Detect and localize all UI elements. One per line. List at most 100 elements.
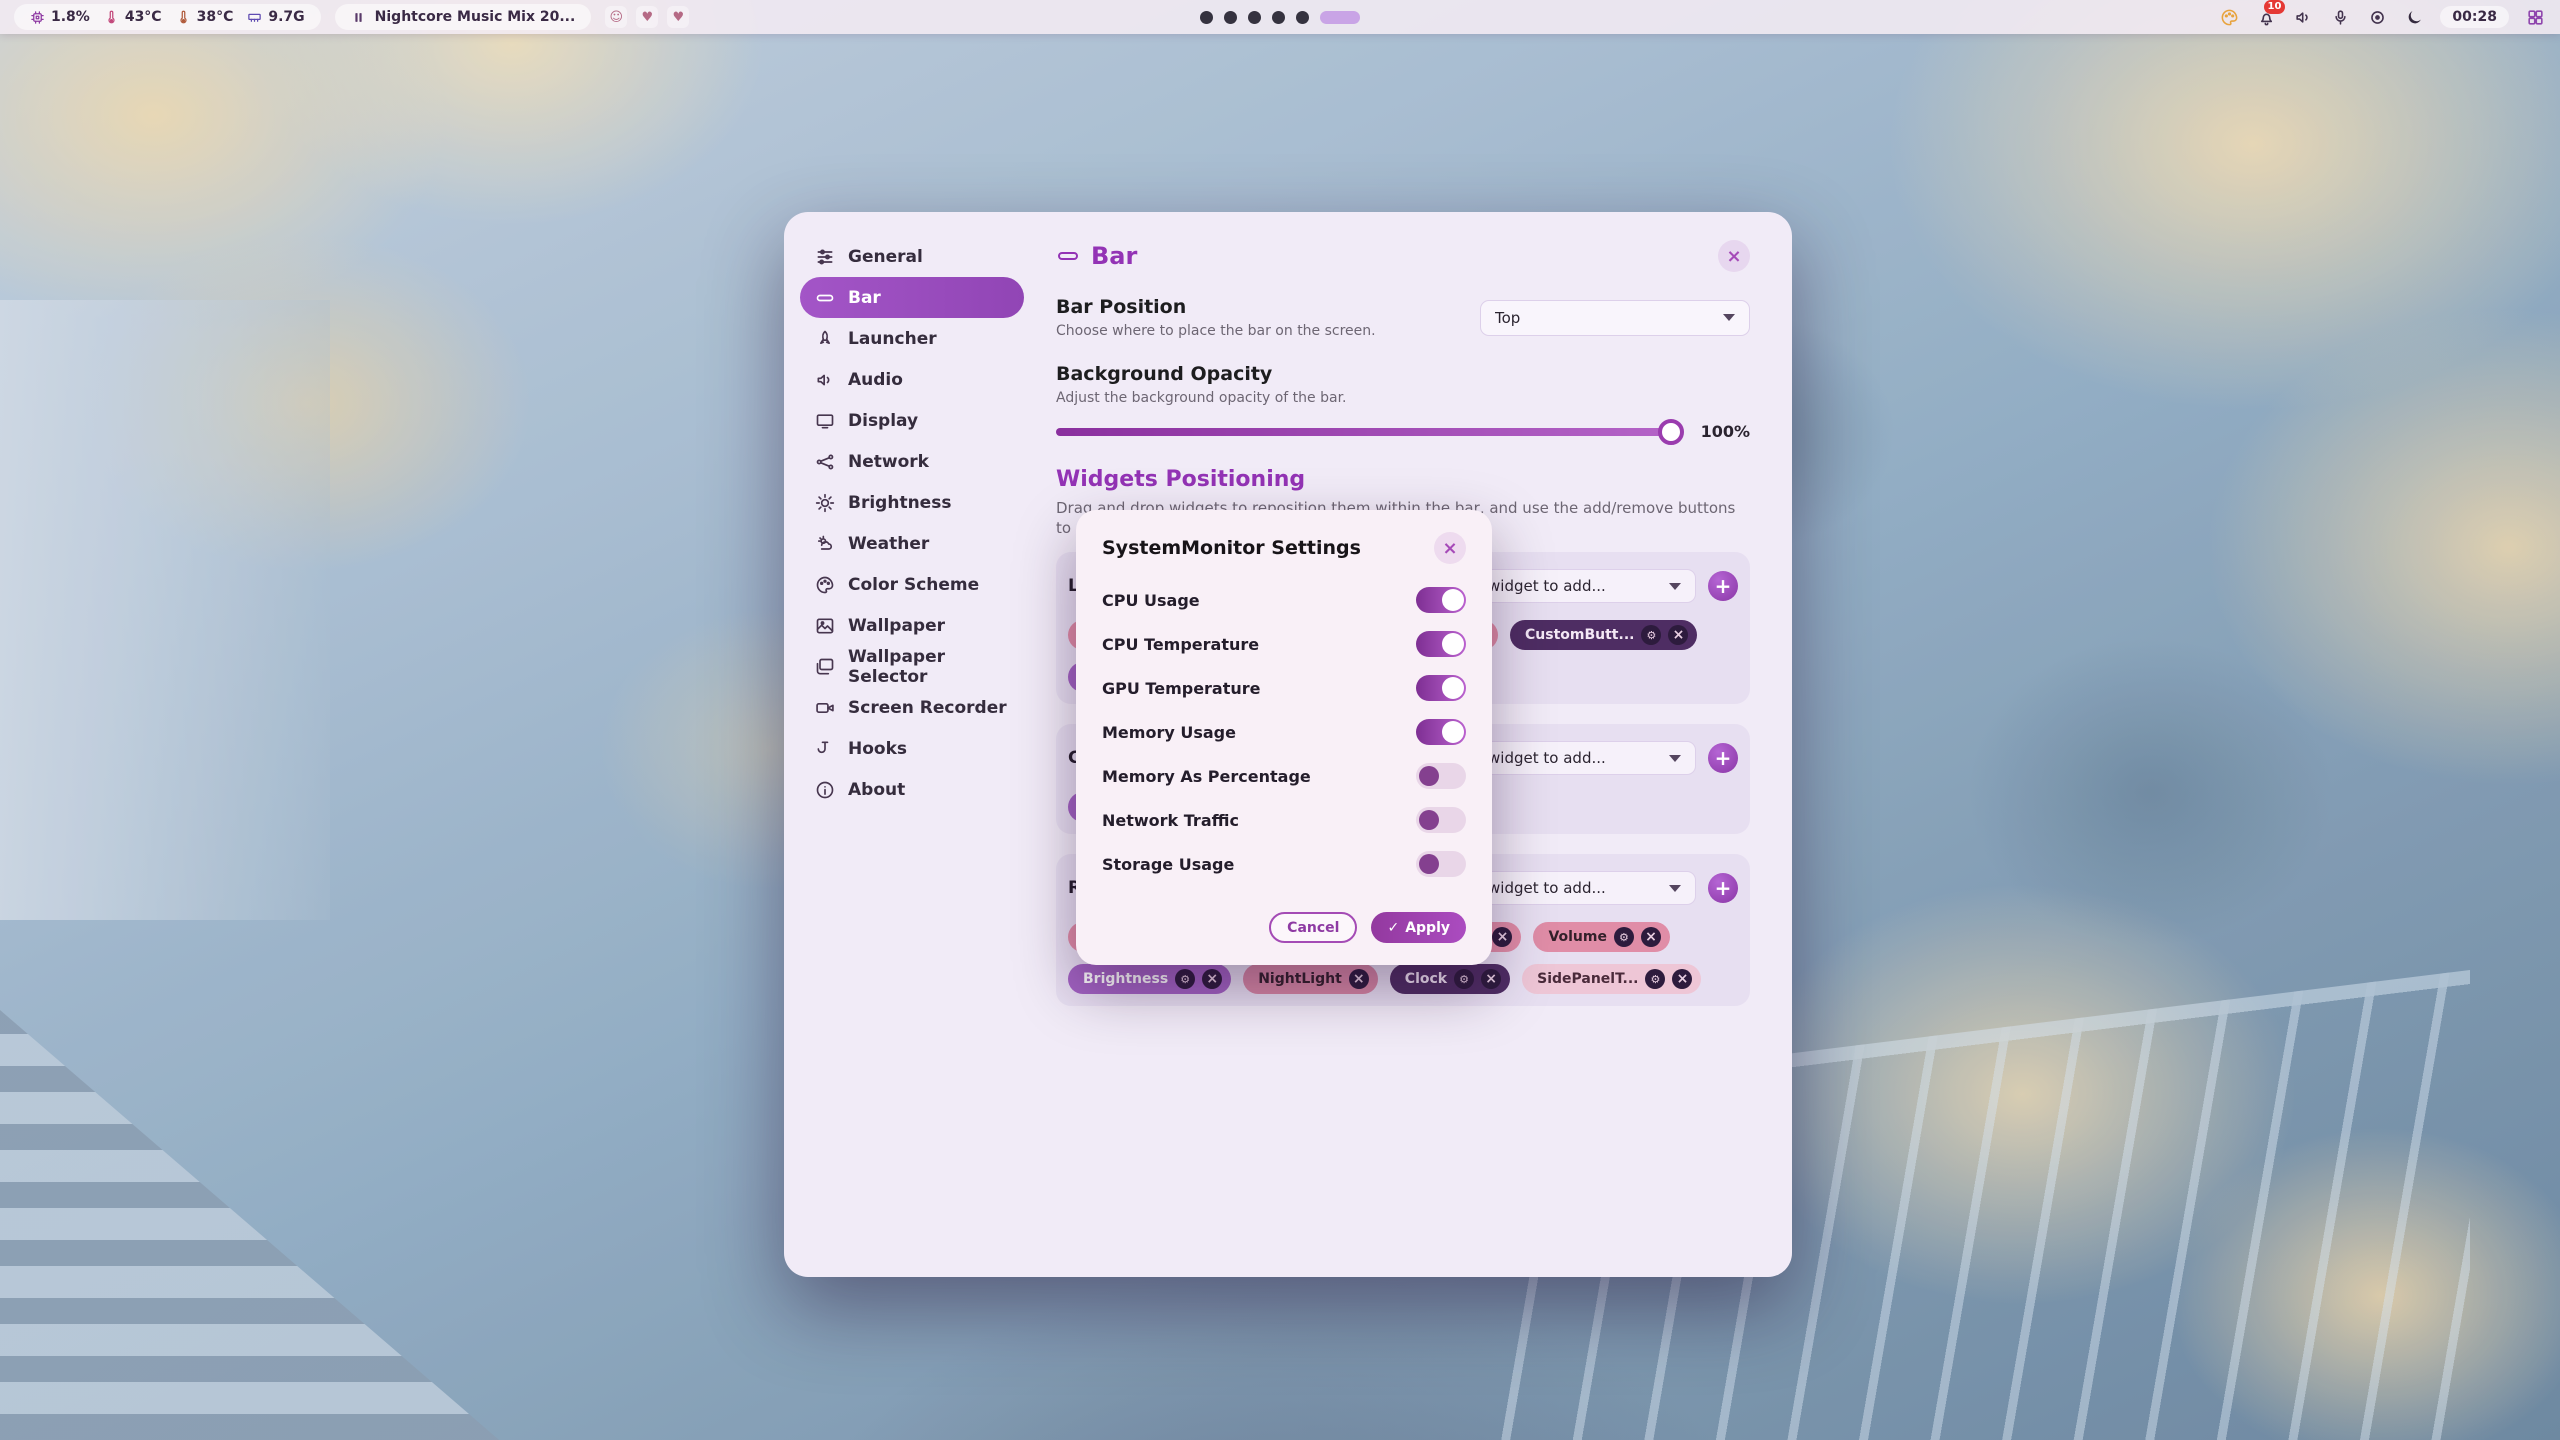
workspace-dot[interactable]: [1248, 11, 1261, 24]
topbar-left-group: 1.8%43°C38°C9.7G Nightcore Music Mix 20.…: [14, 4, 689, 30]
toggle-switch[interactable]: [1416, 763, 1466, 789]
cancel-button[interactable]: Cancel: [1269, 912, 1357, 943]
chip-settings-gear-icon[interactable]: ⚙: [1175, 969, 1195, 989]
chip-settings-gear-icon[interactable]: ⚙: [1614, 927, 1634, 947]
sidebar-item-wallpaper-selector[interactable]: Wallpaper Selector: [800, 646, 1024, 687]
sidebar-item-display[interactable]: Display: [800, 400, 1024, 441]
night-mode-moon-icon[interactable]: [2403, 6, 2425, 28]
modal-close-button[interactable]: ×: [1434, 532, 1466, 564]
chip-remove-icon[interactable]: ×: [1672, 969, 1692, 989]
stat-value: 9.7G: [268, 9, 304, 25]
toggle-row-memory-as-percentage: Memory As Percentage: [1102, 754, 1466, 798]
sidebar-item-launcher[interactable]: Launcher: [800, 318, 1024, 359]
chip-label: CustomButt...: [1525, 627, 1634, 643]
sidebar-item-hooks[interactable]: Hooks: [800, 728, 1024, 769]
sidebar-item-general[interactable]: General: [800, 236, 1024, 277]
widget-chip-custombutt[interactable]: CustomButt... ⚙ ×: [1510, 620, 1697, 650]
chip-settings-gear-icon[interactable]: ⚙: [1645, 969, 1665, 989]
chip-remove-icon[interactable]: ×: [1349, 969, 1369, 989]
stat-value: 43°C: [125, 9, 162, 25]
toggle-switch[interactable]: [1416, 851, 1466, 877]
chip-settings-gear-icon[interactable]: ⚙: [1454, 969, 1474, 989]
workspace-active-pill[interactable]: [1320, 11, 1360, 24]
widget-chip-volume[interactable]: Volume⚙×: [1533, 922, 1670, 952]
slider-knob[interactable]: [1658, 419, 1684, 445]
quick-buttons: ☺ ♥ ♥: [605, 6, 689, 28]
sidebar-item-label: Color Scheme: [848, 575, 979, 595]
media-widget[interactable]: Nightcore Music Mix 20...: [335, 4, 592, 30]
screen-recorder-icon: [815, 698, 835, 718]
palette-icon: [815, 575, 835, 595]
toggle-switch[interactable]: [1416, 587, 1466, 613]
color-picker-icon[interactable]: [2218, 6, 2240, 28]
heart-button[interactable]: ♥: [667, 6, 689, 28]
bar-position-dropdown[interactable]: Top: [1480, 300, 1750, 336]
chip-remove-icon[interactable]: ×: [1641, 927, 1661, 947]
toggle-switch[interactable]: [1416, 807, 1466, 833]
app-grid-icon[interactable]: [2524, 6, 2546, 28]
notifications-bell-icon[interactable]: 10: [2255, 6, 2277, 28]
workspace-dot[interactable]: [1296, 11, 1309, 24]
chip-settings-gear-icon[interactable]: ⚙: [1641, 625, 1661, 645]
top-bar: 1.8%43°C38°C9.7G Nightcore Music Mix 20.…: [0, 0, 2560, 34]
modal-title: SystemMonitor Settings: [1102, 537, 1434, 559]
sidebar-item-weather[interactable]: Weather: [800, 523, 1024, 564]
workspace-dot[interactable]: [1272, 11, 1285, 24]
widget-chip-brightness[interactable]: Brightness⚙×: [1068, 964, 1231, 994]
sidebar-item-brightness[interactable]: Brightness: [800, 482, 1024, 523]
sidebar-item-bar[interactable]: Bar: [800, 277, 1024, 318]
toggle-row-cpu-temperature: CPU Temperature: [1102, 622, 1466, 666]
notification-badge: 10: [2264, 0, 2286, 14]
clock-widget[interactable]: 00:28: [2440, 6, 2509, 28]
chip-remove-icon[interactable]: ×: [1668, 625, 1688, 645]
toggle-switch[interactable]: [1416, 675, 1466, 701]
volume-icon[interactable]: [2292, 6, 2314, 28]
toggle-switch[interactable]: [1416, 719, 1466, 745]
toggle-switch[interactable]: [1416, 631, 1466, 657]
workspace-dot[interactable]: [1200, 11, 1213, 24]
weather-icon: [815, 534, 835, 554]
sidebar-item-audio[interactable]: Audio: [800, 359, 1024, 400]
system-stats-widget[interactable]: 1.8%43°C38°C9.7G: [14, 4, 321, 30]
microphone-icon[interactable]: [2329, 6, 2351, 28]
bar-position-label: Bar Position: [1056, 296, 1480, 318]
workspace-dot[interactable]: [1224, 11, 1237, 24]
apply-button[interactable]: ✓ Apply: [1371, 912, 1466, 943]
bar-position-row: Bar Position Choose where to place the b…: [1056, 296, 1750, 339]
chip-remove-icon[interactable]: ×: [1492, 927, 1512, 947]
toggle-knob: [1419, 810, 1439, 830]
ram-icon: [247, 10, 262, 25]
chip-remove-icon[interactable]: ×: [1202, 969, 1222, 989]
sidebar-item-about[interactable]: About: [800, 769, 1024, 810]
sidebar-item-network[interactable]: Network: [800, 441, 1024, 482]
media-title: Nightcore Music Mix 20...: [375, 9, 576, 25]
widget-chip-sidepanelt[interactable]: SidePanelT...⚙×: [1522, 964, 1701, 994]
stat-value: 1.8%: [51, 9, 90, 25]
chevron-down-icon: [1669, 583, 1681, 590]
chip-remove-icon[interactable]: ×: [1481, 969, 1501, 989]
widget-chip-nightlight[interactable]: NightLight×: [1243, 964, 1378, 994]
hooks-icon: [815, 739, 835, 759]
sidebar-item-screen-recorder[interactable]: Screen Recorder: [800, 687, 1024, 728]
window-close-button[interactable]: ×: [1718, 240, 1750, 272]
add-widget-button[interactable]: +: [1708, 873, 1738, 903]
sidebar-item-color-scheme[interactable]: Color Scheme: [800, 564, 1024, 605]
check-icon: ✓: [1387, 920, 1399, 936]
add-widget-button[interactable]: +: [1708, 743, 1738, 773]
sidebar-item-label: Wallpaper: [848, 616, 945, 636]
toggle-knob: [1442, 633, 1464, 655]
add-widget-button[interactable]: +: [1708, 571, 1738, 601]
tune-icon: [815, 247, 835, 267]
network-icon: [815, 452, 835, 472]
bar-position-desc: Choose where to place the bar on the scr…: [1056, 323, 1480, 339]
wallpaper-selector-icon: [815, 657, 835, 677]
modal-header: SystemMonitor Settings ×: [1102, 532, 1466, 564]
screen-record-icon[interactable]: [2366, 6, 2388, 28]
toggle-list: CPU UsageCPU TemperatureGPU TemperatureM…: [1102, 578, 1466, 906]
widget-chip-clock[interactable]: Clock⚙×: [1390, 964, 1510, 994]
sidebar-item-wallpaper[interactable]: Wallpaper: [800, 605, 1024, 646]
smiley-button[interactable]: ☺: [605, 6, 627, 28]
background-opacity-slider[interactable]: [1056, 428, 1680, 436]
background-opacity-text: Background Opacity Adjust the background…: [1056, 363, 1750, 406]
heart-button[interactable]: ♥: [636, 6, 658, 28]
